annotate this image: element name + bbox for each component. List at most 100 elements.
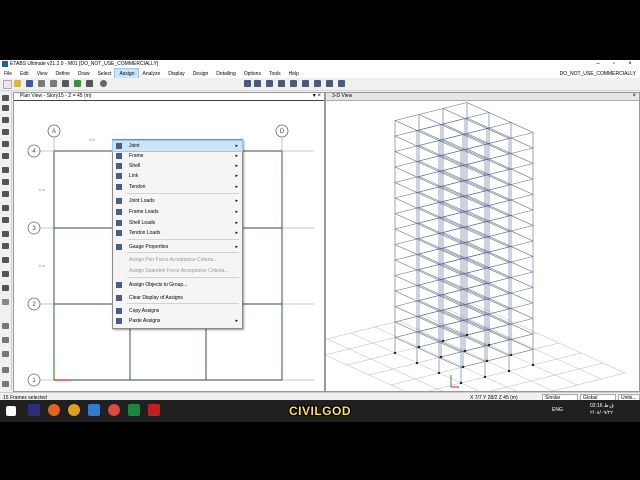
view-elev-icon[interactable] xyxy=(290,80,297,87)
menu-tools[interactable]: Tools xyxy=(265,69,285,78)
assign-menu-item[interactable]: Link ▸ xyxy=(113,171,242,181)
beam-3d xyxy=(442,247,510,279)
menu-draw[interactable]: Draw xyxy=(74,69,94,78)
draw-link-icon[interactable] xyxy=(2,205,9,211)
beam-3d xyxy=(416,112,490,131)
beam-3d xyxy=(466,288,534,319)
menu-select[interactable]: Select xyxy=(94,69,116,78)
view-up-icon[interactable] xyxy=(244,80,251,87)
menu-analyze[interactable]: Analyze xyxy=(138,69,164,78)
redo-icon[interactable] xyxy=(50,80,57,87)
link-icon xyxy=(116,173,122,179)
view-plan-icon[interactable] xyxy=(278,80,285,87)
snap-points-icon[interactable] xyxy=(2,323,9,329)
beam-3d xyxy=(442,232,510,263)
assign-menu-item[interactable]: Paste Assigns ▸ xyxy=(113,316,242,326)
draw-joint-icon[interactable] xyxy=(2,117,9,123)
new-model-icon[interactable] xyxy=(3,80,12,89)
close-button[interactable]: × xyxy=(622,60,638,69)
frame-icon xyxy=(116,153,122,159)
draw-dimension-icon[interactable] xyxy=(2,231,9,237)
menu-display[interactable]: Display xyxy=(164,69,188,78)
support-point xyxy=(483,375,487,379)
joint-icon xyxy=(116,143,122,149)
zoom-icon[interactable] xyxy=(100,80,107,87)
beam-3d xyxy=(466,179,534,211)
assign-menu-item-label: Frame Loads xyxy=(129,209,159,215)
menu-design[interactable]: Design xyxy=(189,69,213,78)
menu-detailing[interactable]: Detailing xyxy=(212,69,239,78)
draw-floor-icon[interactable] xyxy=(2,167,9,173)
beam-3d xyxy=(460,147,534,167)
beam-3d xyxy=(442,139,510,170)
menu-options[interactable]: Options xyxy=(240,69,265,78)
plan-close-button[interactable]: × xyxy=(317,93,321,99)
beam-3d xyxy=(466,133,534,164)
menu-assign[interactable]: Assign xyxy=(114,68,140,79)
menu-edit[interactable]: Edit xyxy=(16,69,33,78)
assign-menu-item[interactable]: Joint ▸ xyxy=(112,140,243,152)
assign-menu-item[interactable]: Gauge Properties ▸ xyxy=(113,242,242,252)
beam-3d xyxy=(460,194,534,213)
3d-view-canvas[interactable] xyxy=(326,101,639,391)
snap-perpendicular-icon[interactable] xyxy=(2,367,9,373)
3d-view-pane[interactable]: 3-D View × xyxy=(325,92,640,392)
3d-close-button[interactable]: × xyxy=(632,93,636,99)
menu-file[interactable]: File xyxy=(0,69,16,78)
clear-selection-icon[interactable] xyxy=(2,299,9,305)
draw-section-cut-icon[interactable] xyxy=(2,243,9,249)
assign-menu-item[interactable]: Assign Objects to Group... xyxy=(113,280,242,290)
undo-icon[interactable] xyxy=(38,80,45,87)
save-icon[interactable] xyxy=(26,80,33,87)
maximize-button[interactable]: ▫ xyxy=(606,60,622,69)
menu-help[interactable]: Help xyxy=(285,69,303,78)
snap-ends-icon[interactable] xyxy=(2,337,9,343)
refresh-icon[interactable] xyxy=(86,80,93,87)
support-point xyxy=(463,349,467,353)
shadow-icon[interactable] xyxy=(338,80,345,87)
snap-icon[interactable] xyxy=(2,257,9,263)
run-analysis-icon[interactable] xyxy=(74,80,81,87)
set-display-icon[interactable] xyxy=(326,80,333,87)
plan-pin-button[interactable]: ▾ xyxy=(313,93,316,99)
draw-opening-icon[interactable] xyxy=(2,191,9,197)
menu-define[interactable]: Define xyxy=(51,69,73,78)
pointer-icon[interactable] xyxy=(2,95,9,101)
menu-view[interactable]: View xyxy=(33,69,52,78)
rotate-icon[interactable] xyxy=(302,80,309,87)
draw-column-icon[interactable] xyxy=(2,141,9,147)
assign-menu-item[interactable]: Shell ▸ xyxy=(113,161,242,171)
draw-brace-icon[interactable] xyxy=(2,153,9,159)
assign-menu-item[interactable]: Tendon Loads ▸ xyxy=(113,228,242,238)
assign-menu-item[interactable]: Copy Assigns xyxy=(113,306,242,316)
select-all-icon[interactable] xyxy=(2,271,9,277)
beam-3d xyxy=(460,178,534,198)
assign-menu-item[interactable]: Clear Display of Assigns xyxy=(113,293,242,303)
lock-icon[interactable] xyxy=(62,80,69,87)
submenu-arrow-icon: ▸ xyxy=(235,318,238,324)
submenu-arrow-icon: ▸ xyxy=(235,153,238,159)
assign-menu-item[interactable]: Tendon ▸ xyxy=(113,182,242,192)
pan-icon[interactable] xyxy=(314,80,321,87)
reshape-icon[interactable] xyxy=(2,105,9,111)
assign-menu-item[interactable]: Joint Loads ▸ xyxy=(113,196,242,206)
beam-3d xyxy=(466,319,534,350)
ground-grid-line xyxy=(470,302,626,374)
assign-menu-item[interactable]: Shell Loads ▸ xyxy=(113,218,242,228)
snap-lines-icon[interactable] xyxy=(2,381,9,387)
gauge-icon xyxy=(116,244,122,250)
assign-menu-item[interactable]: Frame Loads ▸ xyxy=(113,207,242,217)
draw-tendon-icon[interactable] xyxy=(2,217,9,223)
title-bar: ETABS Ultimate v21.2.0 - M01 [DO_NOT_USE… xyxy=(0,60,640,69)
view-down-icon[interactable] xyxy=(254,80,261,87)
snap-intersections-icon[interactable] xyxy=(2,351,9,357)
view-3d-icon[interactable] xyxy=(266,80,273,87)
assign-menu-item[interactable]: Frame ▸ xyxy=(113,151,242,161)
select-previous-icon[interactable] xyxy=(2,285,9,291)
assign-menu-item-label: Frame xyxy=(129,153,144,159)
beam-3d xyxy=(460,271,534,291)
minimize-button[interactable]: – xyxy=(590,60,606,69)
draw-beam-icon[interactable] xyxy=(2,129,9,135)
open-icon[interactable] xyxy=(14,80,21,87)
draw-wall-icon[interactable] xyxy=(2,179,9,185)
